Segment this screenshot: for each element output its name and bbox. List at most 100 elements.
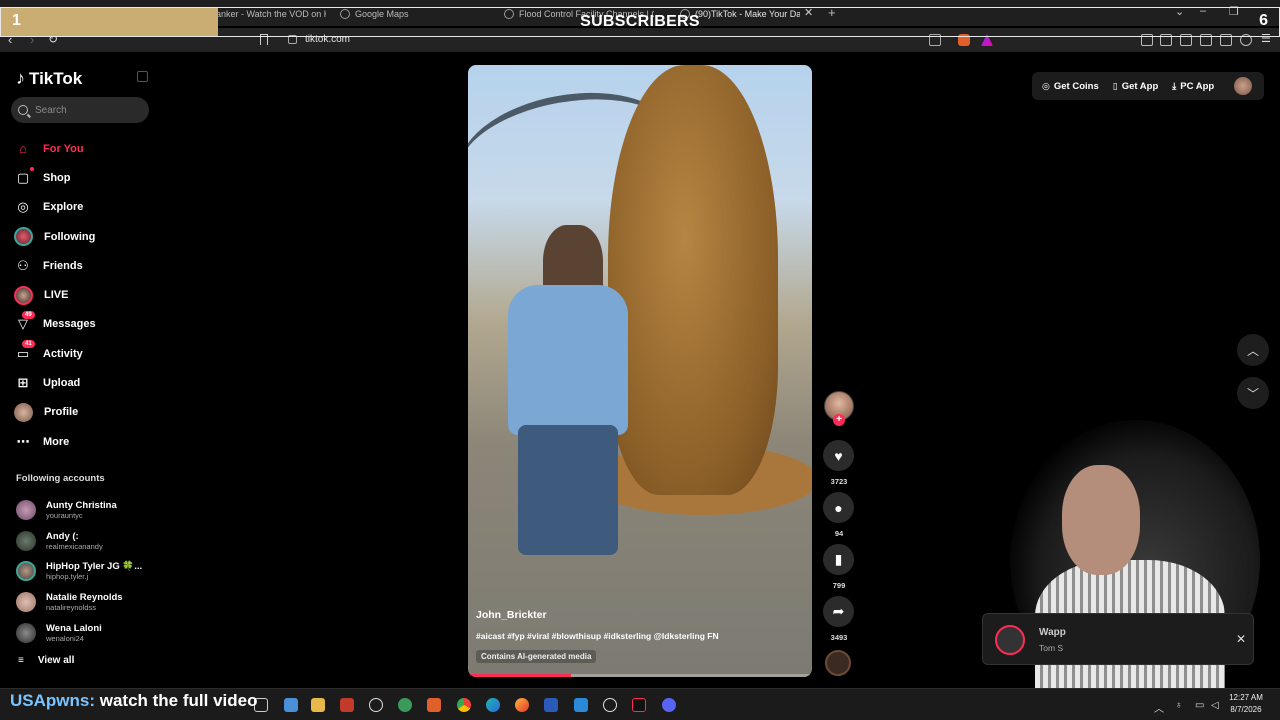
shop-dot-badge: [30, 167, 34, 172]
video-caption[interactable]: #aicast #fyp #viral #blowthisup #idkster…: [476, 631, 719, 641]
following-accounts-title: Following accounts: [16, 473, 105, 484]
avatar: [16, 530, 36, 551]
download-icon: ⤓: [1172, 80, 1177, 91]
chrome-icon[interactable]: [457, 698, 471, 712]
network-icon[interactable]: ▭: [1195, 700, 1204, 711]
url-field[interactable]: tiktok.com: [305, 34, 350, 45]
more-icon: ⋯: [16, 433, 30, 449]
video-progress-fill: [468, 674, 572, 677]
sidebar-item-more[interactable]: ⋯ More: [14, 427, 164, 456]
sidebar-item-friends[interactable]: ⚇ Friends: [14, 251, 164, 280]
list-icon: ≡: [18, 655, 24, 666]
list-item[interactable]: HipHop Tyler JG 🍀... hiphop.tyler.j: [16, 556, 156, 587]
video-author[interactable]: John_Brickter: [476, 609, 547, 621]
sidebar-menu: ⌂ For You ▢ Shop ◎ Explore Following ⚇ F…: [14, 134, 164, 456]
phone-icon: ▯: [1112, 80, 1118, 91]
comment-button[interactable]: ● 94: [823, 492, 855, 538]
app-taskbar-icon-2[interactable]: [544, 698, 558, 712]
sidebar-item-messages[interactable]: ▽ 49 Messages: [14, 310, 164, 339]
chat-username: USApwns:: [10, 691, 95, 710]
app-taskbar-icon[interactable]: [340, 698, 354, 712]
tiktok-taskbar-icon[interactable]: [632, 698, 646, 712]
comment-icon: ●: [823, 492, 854, 523]
avatar: [16, 561, 36, 582]
sidebar-item-profile[interactable]: Profile: [14, 398, 164, 427]
music-disc-icon[interactable]: [825, 650, 851, 676]
vscode-icon[interactable]: [574, 698, 588, 712]
brave-rewards-icon[interactable]: [981, 34, 993, 46]
video-player[interactable]: John_Brickter #aicast #fyp #viral #blowt…: [468, 65, 812, 677]
sidebar-item-shop[interactable]: ▢ Shop: [14, 163, 164, 192]
pc-app-button[interactable]: ⤓ PC App: [1172, 81, 1214, 92]
maps-icon[interactable]: [398, 698, 412, 712]
microphone-icon[interactable]: ♁: [1175, 700, 1183, 711]
next-video-button[interactable]: ﹀: [1237, 377, 1269, 409]
bookmark-icon[interactable]: [260, 34, 268, 45]
save-button[interactable]: ▮ 799: [823, 544, 855, 590]
mail-taskbar-icon[interactable]: [284, 698, 298, 712]
vpn-icon[interactable]: [1240, 34, 1252, 46]
comment-count: 94: [834, 529, 844, 538]
brave-icon[interactable]: [427, 698, 441, 712]
sidebar-item-for-you[interactable]: ⌂ For You: [14, 134, 164, 163]
ai-assist-icon[interactable]: [1220, 34, 1232, 46]
profile-avatar: [14, 402, 33, 422]
home-icon: ⌂: [19, 141, 27, 157]
collapse-sidebar-icon[interactable]: [137, 71, 148, 82]
edge-icon[interactable]: [486, 698, 500, 712]
sidebar-item-live[interactable]: LIVE: [14, 280, 164, 309]
sidebar-icon[interactable]: [1180, 34, 1192, 46]
tiktok-note-icon: ♪: [16, 68, 25, 88]
bookmark-icon: ▮: [823, 544, 854, 575]
live-avatar: [14, 285, 33, 305]
chat-ticker: USApwns: watch the full video: [10, 691, 257, 711]
file-explorer-icon[interactable]: [311, 698, 325, 712]
notification-avatar: [995, 625, 1025, 655]
get-coins-button[interactable]: ◎ Get Coins: [1042, 81, 1099, 92]
tiktok-logo[interactable]: ♪ TikTok: [16, 68, 82, 89]
upload-icon: ⊞: [17, 375, 29, 391]
volume-icon[interactable]: ◁: [1211, 700, 1219, 711]
video-progress-bar[interactable]: [468, 674, 812, 677]
notification-popup[interactable]: Wapp Tom S ✕: [982, 613, 1254, 665]
notification-title: Wapp: [1039, 627, 1066, 638]
follow-plus-icon[interactable]: +: [833, 414, 845, 426]
screen-cast-icon[interactable]: [929, 34, 941, 46]
sidebar-item-explore[interactable]: ◎ Explore: [14, 193, 164, 222]
sidebar-item-activity[interactable]: ▭ 41 Activity: [14, 339, 164, 368]
discord-icon[interactable]: [662, 698, 676, 712]
share-button[interactable]: ➦ 3493: [823, 596, 855, 642]
chevron-down-icon: ﹀: [1246, 386, 1259, 401]
following-accounts-list: Aunty Christina yourauntyc Andy (: realmex…: [16, 495, 156, 648]
list-item[interactable]: Andy (: realmexicanandy: [16, 526, 156, 557]
close-icon[interactable]: ✕: [1236, 632, 1246, 646]
search-icon: [18, 105, 28, 115]
video-person: [498, 225, 628, 555]
avatar: [16, 622, 36, 643]
list-item[interactable]: Natalie Reynolds natalireynoldss: [16, 587, 156, 618]
github-icon[interactable]: [603, 698, 617, 712]
activity-badge: 41: [22, 340, 35, 349]
extensions-icon[interactable]: [1141, 34, 1153, 46]
list-item[interactable]: Aunty Christina yourauntyc: [16, 495, 156, 526]
list-item[interactable]: Wena Laloni wenaloni24: [16, 617, 156, 648]
system-clock[interactable]: 12:27 AM 8/7/2026: [1224, 692, 1268, 716]
sidebar-item-following[interactable]: Following: [14, 222, 164, 251]
search-input[interactable]: Search: [11, 97, 149, 123]
tray-chevron-icon[interactable]: ︿: [1154, 700, 1164, 715]
get-app-button[interactable]: ▯ Get App: [1113, 81, 1159, 92]
view-all-link[interactable]: ≡ View all: [18, 655, 74, 666]
sidebar-item-upload[interactable]: ⊞ Upload: [14, 368, 164, 397]
obs-icon[interactable]: [369, 698, 383, 712]
like-button[interactable]: ♥ 3723: [823, 440, 855, 486]
brave-shield-icon[interactable]: [958, 34, 970, 46]
share-arrow-icon: ➦: [823, 596, 854, 627]
previous-video-button[interactable]: ︿: [1237, 334, 1269, 366]
media-icon[interactable]: [1160, 34, 1172, 46]
site-info-icon[interactable]: [288, 35, 297, 44]
firefox-icon[interactable]: [515, 698, 529, 712]
user-avatar[interactable]: [1234, 77, 1253, 95]
goal-title: SUBSCRIBERS: [580, 13, 700, 30]
wallet-icon[interactable]: [1200, 34, 1212, 46]
menu-icon[interactable]: ☰: [1261, 32, 1271, 45]
